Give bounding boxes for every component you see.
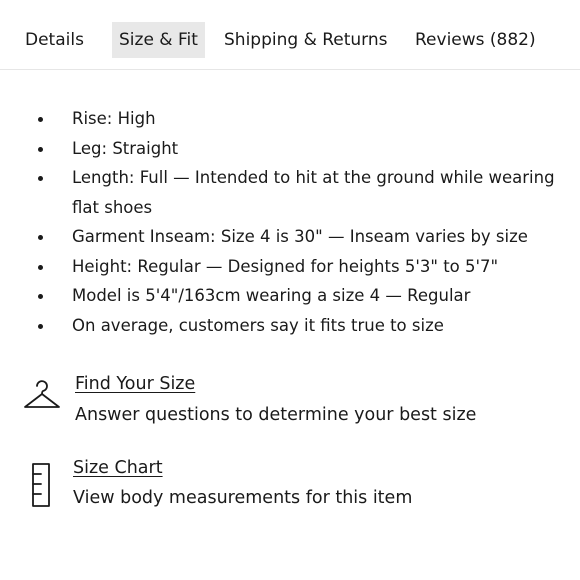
list-item-garment-inseam: Garment Inseam: Size 4 is 30" — Inseam v… <box>0 222 560 252</box>
find-your-size-description: Answer questions to determine your best … <box>75 405 477 425</box>
tab-bar: Details Size & Fit Shipping & Returns Re… <box>0 0 580 70</box>
list-item-leg: Leg: Straight <box>0 134 560 164</box>
tab-reviews[interactable]: Reviews (882) <box>415 22 536 58</box>
size-chart-link[interactable]: Size Chart <box>73 458 163 478</box>
size-chart-section: Size Chart View body measurements for th… <box>0 456 580 516</box>
find-your-size-section: Find Your Size Answer questions to deter… <box>0 372 580 432</box>
list-item-length: Length: Full — Intended to hit at the gr… <box>0 163 560 222</box>
size-fit-list: Rise: High Leg: Straight Length: Full — … <box>0 104 580 340</box>
ruler-icon <box>30 462 54 512</box>
hanger-icon <box>22 380 62 420</box>
tab-shipping-and-returns[interactable]: Shipping & Returns <box>224 22 388 58</box>
size-chart-description: View body measurements for this item <box>73 488 413 508</box>
tab-size-and-fit[interactable]: Size & Fit <box>112 22 205 58</box>
find-your-size-link[interactable]: Find Your Size <box>75 374 195 394</box>
list-item-fit-feedback: On average, customers say it fits true t… <box>0 311 560 341</box>
list-item-height: Height: Regular — Designed for heights 5… <box>0 252 560 282</box>
list-item-model-size: Model is 5'4"/163cm wearing a size 4 — R… <box>0 281 560 311</box>
list-item-rise: Rise: High <box>0 104 560 134</box>
tab-details[interactable]: Details <box>25 22 84 58</box>
